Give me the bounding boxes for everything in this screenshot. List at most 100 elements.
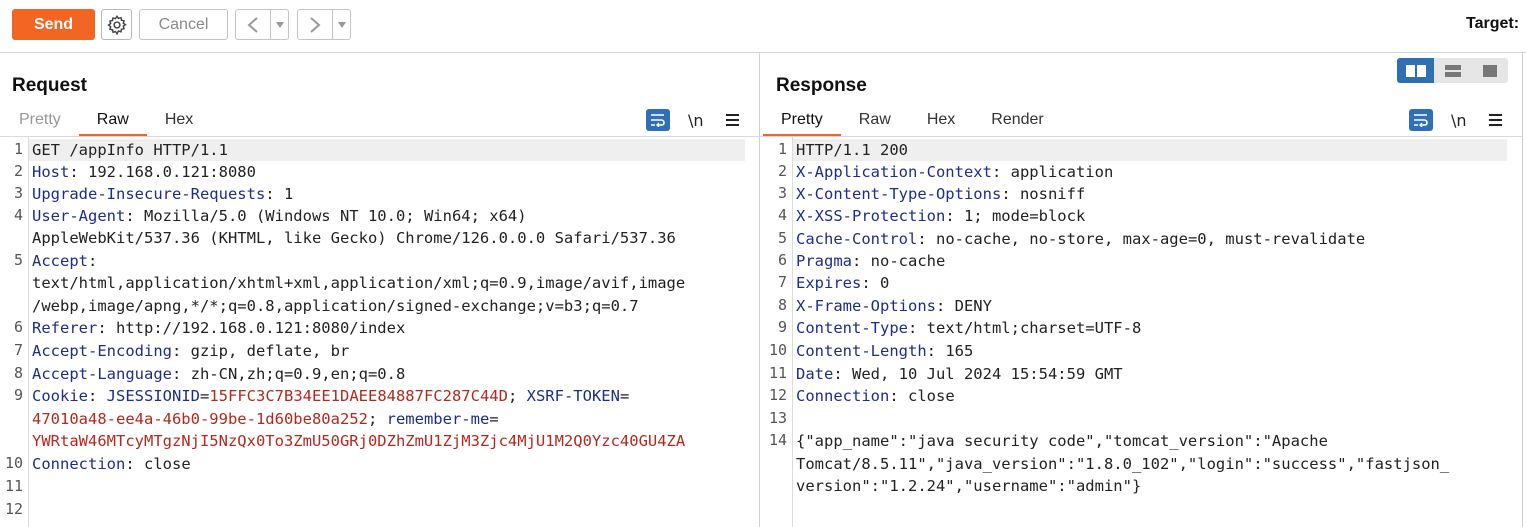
back-button[interactable] (235, 9, 289, 40)
header-line: Referer: http://192.168.0.121:8080/index (32, 319, 406, 337)
gear-icon (106, 14, 127, 35)
json-body-line-continued: version":"1.2.24","username":"admin"} (796, 477, 1142, 495)
top-toolbar: Send Cancel Target: (0, 0, 1526, 53)
line-number: 13 (768, 409, 787, 427)
chevron-down-icon (275, 21, 284, 28)
line-number: 2 (13, 162, 23, 180)
header-line: Date: Wed, 10 Jul 2024 15:54:59 GMT (796, 365, 1123, 383)
header-line: Accept-Language: zh-CN,zh;q=0.9,en;q=0.8 (32, 365, 406, 383)
request-editor-tools: \n (646, 108, 739, 132)
line-number: 9 (13, 386, 23, 404)
word-wrap-button[interactable] (646, 109, 670, 131)
send-button[interactable]: Send (12, 9, 95, 40)
request-editor[interactable]: 1 2 3 4 5 6 7 8 9 10 11 12 GET /appInfo … (0, 137, 759, 527)
tab-hex[interactable]: Hex (909, 108, 973, 136)
line-number-gutter: 1 2 3 4 5 6 7 8 9 10 11 12 (0, 137, 29, 527)
header-line: Content-Length: 165 (796, 342, 974, 360)
cookie-line-continued: YWRtaW46MTcyMTgzNjI5NzQx0To3ZmU50GRj0DZh… (32, 432, 686, 450)
line-number: 8 (13, 364, 23, 382)
settings-button[interactable] (101, 9, 132, 40)
line-number: 5 (777, 229, 787, 247)
request-panel: Request Pretty Raw Hex \n 1 2 3 4 5 6 7 … (0, 53, 760, 527)
header-line: Upgrade-Insecure-Requests: 1 (32, 185, 294, 203)
header-line: Content-Type: text/html;charset=UTF-8 (796, 319, 1142, 337)
split-view-button[interactable] (1397, 58, 1434, 83)
chevron-down-icon (337, 21, 346, 28)
header-line: User-Agent: Mozilla/5.0 (Windows NT 10.0… (32, 207, 527, 225)
line-number: 3 (13, 184, 23, 202)
request-line: GET /appInfo HTTP/1.1 (32, 141, 228, 159)
header-line: Pragma: no-cache (796, 252, 946, 270)
line-number: 10 (768, 341, 787, 359)
line-number: 6 (777, 251, 787, 269)
request-tabs: Pretty Raw Hex (1, 108, 211, 136)
tab-pretty[interactable]: Pretty (1, 108, 79, 136)
cookie-line: Cookie: JSESSIONID=15FFC3C7B34EE1DAEE848… (32, 387, 630, 405)
header-line: X-Application-Context: application (796, 163, 1114, 181)
line-number: 4 (777, 206, 787, 224)
header-line-continued: AppleWebKit/537.36 (KHTML, like Gecko) C… (32, 229, 676, 247)
tab-pretty[interactable]: Pretty (763, 108, 841, 136)
line-number: 14 (768, 431, 787, 449)
tab-render[interactable]: Render (973, 108, 1061, 136)
line-number: 6 (13, 318, 23, 336)
tab-raw[interactable]: Raw (78, 108, 147, 136)
line-number: 7 (13, 341, 23, 359)
line-number: 9 (777, 318, 787, 336)
line-number: 8 (777, 296, 787, 314)
word-wrap-icon (651, 114, 665, 127)
header-line: Host: 192.168.0.121:8080 (32, 163, 256, 181)
header-line: X-Content-Type-Options: nosniff (796, 185, 1086, 203)
cookie-line-continued: 47010a48-ee4a-46b0-99be-1d60be80a252; re… (32, 410, 499, 428)
response-title: Response (776, 75, 867, 96)
hamburger-menu-icon[interactable] (725, 114, 739, 126)
line-number: 2 (777, 162, 787, 180)
single-view-icon (1482, 64, 1497, 77)
chevron-right-icon (310, 16, 321, 33)
json-body-line-continued: Tomcat/8.5.11","java_version":"1.8.0_102… (796, 455, 1450, 473)
header-line: Accept: (32, 252, 98, 270)
header-line: Expires: 0 (796, 274, 890, 292)
line-number: 7 (777, 273, 787, 291)
split-view-icon (1405, 64, 1426, 77)
cancel-button[interactable]: Cancel (139, 9, 228, 40)
response-tabs: Pretty Raw Hex Render (763, 108, 1062, 136)
header-line: X-XSS-Protection: 1; mode=block (796, 207, 1086, 225)
header-line-continued: text/html,application/xhtml+xml,applicat… (32, 274, 686, 292)
header-line: Cache-Control: no-cache, no-store, max-a… (796, 230, 1366, 248)
chevron-left-icon (247, 16, 258, 33)
word-wrap-icon (1414, 114, 1428, 127)
header-line-continued: /webp,image/apng,*/*;q=0.8,application/s… (32, 297, 639, 315)
tab-raw[interactable]: Raw (841, 108, 909, 136)
hamburger-menu-icon[interactable] (1488, 114, 1502, 126)
response-panel: Response Pretty Raw Hex Render \n 1 2 3 … (760, 53, 1523, 527)
line-number: 10 (4, 454, 23, 472)
word-wrap-button[interactable] (1409, 109, 1433, 131)
horizontal-view-button[interactable] (1434, 58, 1471, 83)
header-line: Connection: close (32, 455, 191, 473)
forward-button[interactable] (297, 9, 351, 40)
line-number: 1 (777, 140, 787, 158)
layout-view-toggle (1397, 58, 1508, 83)
request-title: Request (12, 75, 87, 96)
status-line: HTTP/1.1 200 (796, 141, 908, 159)
line-number: 11 (4, 477, 23, 495)
json-body-line: {"app_name":"java security code","tomcat… (796, 432, 1328, 450)
line-number: 12 (4, 500, 23, 518)
line-number: 3 (777, 184, 787, 202)
header-line: X-Frame-Options: DENY (796, 297, 992, 315)
newline-icon[interactable]: \n (1451, 111, 1467, 130)
target-label: Target: (1466, 15, 1520, 32)
horizontal-view-icon (1444, 64, 1461, 77)
newline-icon[interactable]: \n (688, 111, 704, 130)
line-number: 11 (768, 364, 787, 382)
header-line: Connection: close (796, 387, 955, 405)
line-number: 1 (13, 140, 23, 158)
line-number: 12 (768, 386, 787, 404)
line-number-gutter: 1 2 3 4 5 6 7 8 9 10 11 12 13 14 (760, 137, 793, 527)
single-view-button[interactable] (1471, 58, 1508, 83)
line-number: 4 (13, 206, 23, 224)
response-editor-tools: \n (1409, 108, 1502, 132)
tab-hex[interactable]: Hex (147, 108, 211, 136)
response-editor[interactable]: 1 2 3 4 5 6 7 8 9 10 11 12 13 14 HTTP/1.… (760, 137, 1522, 527)
